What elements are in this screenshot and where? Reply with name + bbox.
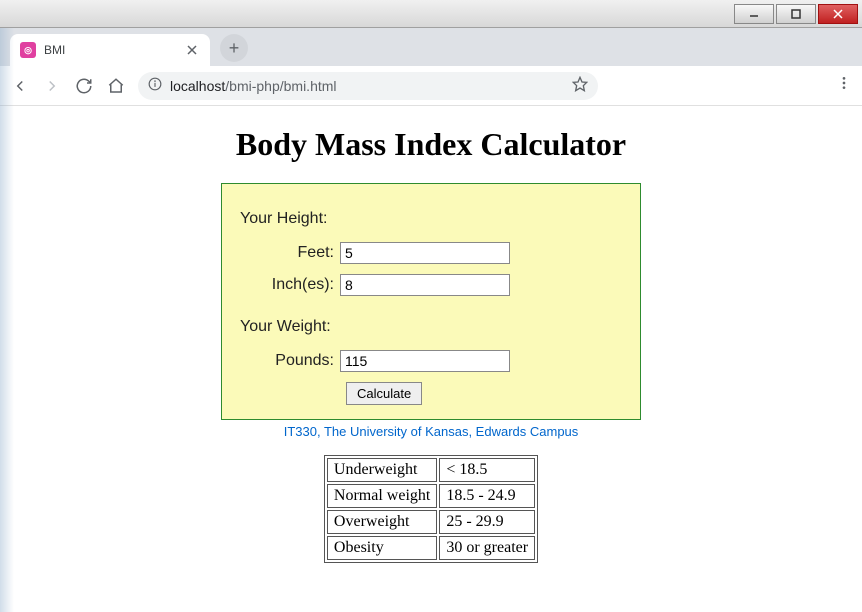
bmi-category-cell: Overweight xyxy=(327,510,437,534)
bmi-category-cell: Normal weight xyxy=(327,484,437,508)
height-section-label: Your Height: xyxy=(240,210,626,228)
bmi-category-table: Underweight< 18.5Normal weight18.5 - 24.… xyxy=(324,455,538,563)
calculate-button[interactable]: Calculate xyxy=(346,382,422,405)
feet-input[interactable] xyxy=(340,242,510,264)
back-button[interactable] xyxy=(10,76,30,96)
bmi-range-cell: 30 or greater xyxy=(439,536,535,560)
tab-favicon-icon: ◎ xyxy=(20,42,36,58)
bmi-form: Your Height: Feet: Inch(es): Your Weight… xyxy=(221,183,641,420)
pounds-input[interactable] xyxy=(340,350,510,372)
table-row: Normal weight18.5 - 24.9 xyxy=(327,484,535,508)
browser-tab-strip: ◎ BMI + xyxy=(0,28,862,66)
window-minimize-button[interactable] xyxy=(734,4,774,24)
weight-section-label: Your Weight: xyxy=(240,318,626,336)
bookmark-star-icon[interactable] xyxy=(572,76,588,95)
bmi-range-cell: 18.5 - 24.9 xyxy=(439,484,535,508)
inches-label: Inch(es): xyxy=(236,276,340,294)
home-button[interactable] xyxy=(106,76,126,96)
pounds-label: Pounds: xyxy=(236,352,340,370)
bmi-category-cell: Obesity xyxy=(327,536,437,560)
bmi-category-cell: Underweight xyxy=(327,458,437,482)
window-close-button[interactable] xyxy=(818,4,858,24)
table-row: Overweight25 - 29.9 xyxy=(327,510,535,534)
window-titlebar xyxy=(0,0,862,28)
table-row: Underweight< 18.5 xyxy=(327,458,535,482)
bmi-range-cell: < 18.5 xyxy=(439,458,535,482)
inches-input[interactable] xyxy=(340,274,510,296)
bmi-range-cell: 25 - 29.9 xyxy=(439,510,535,534)
browser-menu-button[interactable] xyxy=(836,75,852,96)
table-row: Obesity30 or greater xyxy=(327,536,535,560)
reload-button[interactable] xyxy=(74,76,94,96)
feet-label: Feet: xyxy=(236,244,340,262)
browser-tab[interactable]: ◎ BMI xyxy=(10,34,210,66)
tab-close-button[interactable] xyxy=(184,42,200,58)
address-bar[interactable]: localhost/bmi-php/bmi.html xyxy=(138,72,598,100)
browser-toolbar: localhost/bmi-php/bmi.html xyxy=(0,66,862,106)
page-title: Body Mass Index Calculator xyxy=(0,126,862,163)
footer-credit: IT330, The University of Kansas, Edwards… xyxy=(0,424,862,439)
new-tab-button[interactable]: + xyxy=(220,34,248,62)
url-host: localhost xyxy=(170,78,225,94)
url-path: /bmi-php/bmi.html xyxy=(225,78,336,94)
window-maximize-button[interactable] xyxy=(776,4,816,24)
site-info-icon[interactable] xyxy=(148,77,162,94)
forward-button[interactable] xyxy=(42,76,62,96)
footer-link[interactable]: IT330, The University of Kansas, Edwards… xyxy=(284,424,579,439)
tab-title: BMI xyxy=(44,43,176,57)
page-content: Body Mass Index Calculator Your Height: … xyxy=(0,106,862,573)
